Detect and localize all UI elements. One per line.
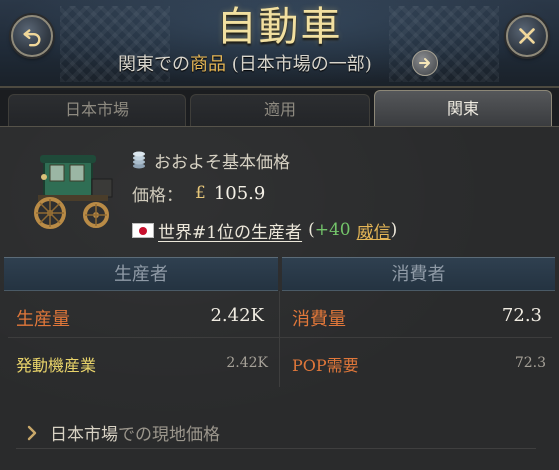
row-divider xyxy=(8,337,552,338)
goods-panel: おおよそ基本価格 価格： £ 105.9 世界#1位の生産者 ( +40 威信 … xyxy=(0,126,559,470)
producer-item-label[interactable]: 発動機産業 xyxy=(16,352,96,376)
page-title: 自動車 xyxy=(216,4,343,50)
producer-rank-row[interactable]: 世界#1位の生産者 ( +40 威信 ) xyxy=(132,217,397,243)
tab-japan-market[interactable]: 日本市場 xyxy=(8,94,186,126)
price-label: 価格： xyxy=(132,185,183,206)
subtitle-suffix: (日本市場の一部) xyxy=(226,54,372,75)
production-label: 生産量 xyxy=(16,309,70,330)
pound-icon: £ xyxy=(195,183,206,203)
paren-close: ) xyxy=(390,220,398,240)
close-icon xyxy=(519,28,535,44)
local-price-expander[interactable]: 日本市場 での現地価格 xyxy=(16,417,536,449)
production-value: 2.42K xyxy=(210,305,264,326)
price-row: 価格： £ 105.9 xyxy=(132,180,265,206)
tab-kanto[interactable]: 関東 xyxy=(374,90,552,126)
tab-application[interactable]: 適用 xyxy=(190,94,370,126)
consumption-label: 消費量 xyxy=(292,309,346,330)
arrow-right-icon xyxy=(419,58,430,68)
consumer-header: 消費者 xyxy=(282,257,555,291)
chevron-right-icon xyxy=(27,425,37,440)
paren-open: ( xyxy=(308,220,315,240)
world-rank-text[interactable]: 世界#1位の生産者 xyxy=(158,218,302,243)
consumer-item-label[interactable]: POP需要 xyxy=(292,352,359,376)
local-price-text: での現地価格 xyxy=(118,425,220,445)
consumption-value: 72.3 xyxy=(501,305,542,326)
producer-header: 生産者 xyxy=(4,257,278,291)
header: 自動車 関東での商品 (日本市場の一部) xyxy=(0,0,559,88)
column-divider xyxy=(279,291,280,387)
subtitle-prefix: 関東での xyxy=(118,54,190,75)
coin-stack-icon xyxy=(133,151,145,169)
carriage-icon xyxy=(34,155,113,229)
navigate-market-button[interactable] xyxy=(412,50,438,76)
base-price-row: おおよそ基本価格 xyxy=(132,147,290,173)
producer-item-value: 2.42K xyxy=(226,355,268,371)
subtitle-highlight: 商品 xyxy=(190,54,226,75)
tab-bar: 日本市場 適用 関東 xyxy=(0,90,559,126)
close-button[interactable] xyxy=(506,15,548,57)
local-price-market: 日本市場 xyxy=(50,425,118,445)
consumer-item-value: 72.3 xyxy=(514,355,546,371)
prestige-link[interactable]: 威信 xyxy=(357,218,391,243)
subtitle: 関東での商品 (日本市場の一部) xyxy=(118,52,372,78)
prestige-value: +40 xyxy=(314,220,351,240)
base-price-label: おおよそ基本価格 xyxy=(154,152,290,173)
japan-flag-icon xyxy=(132,222,154,238)
price-value: 105.9 xyxy=(213,182,266,204)
